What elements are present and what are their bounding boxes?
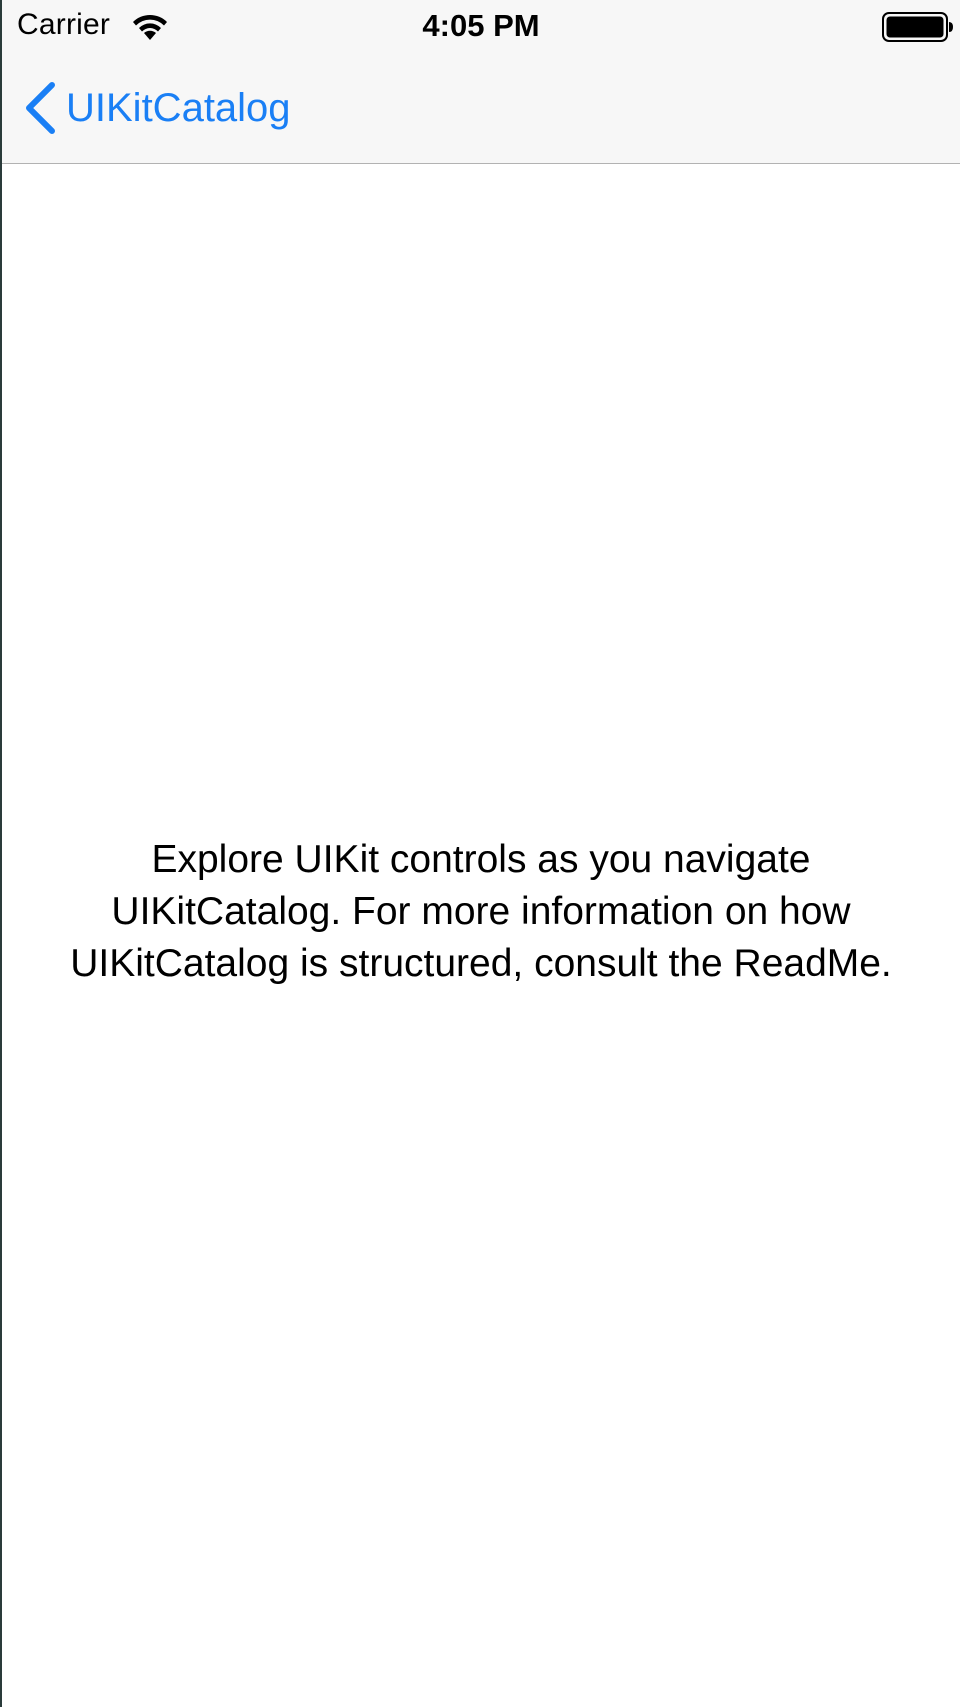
chevron-left-icon [26, 82, 55, 134]
battery-icon [882, 12, 953, 42]
intro-message: Explore UIKit controls as you navigate U… [70, 838, 892, 985]
status-bar: Carrier 4:05 PM [2, 0, 960, 54]
top-bar: Carrier 4:05 PM UIKitCatalog [2, 0, 960, 164]
back-button[interactable]: UIKitCatalog [22, 80, 291, 136]
screen: Carrier 4:05 PM UIKitCatalog Explore UIK… [0, 0, 960, 1707]
back-button-label: UIKitCatalog [66, 85, 291, 130]
status-time: 4:05 PM [422, 8, 540, 43]
navigation-bar: UIKitCatalog [2, 54, 960, 164]
content-area: Explore UIKit controls as you navigate U… [2, 164, 960, 1707]
